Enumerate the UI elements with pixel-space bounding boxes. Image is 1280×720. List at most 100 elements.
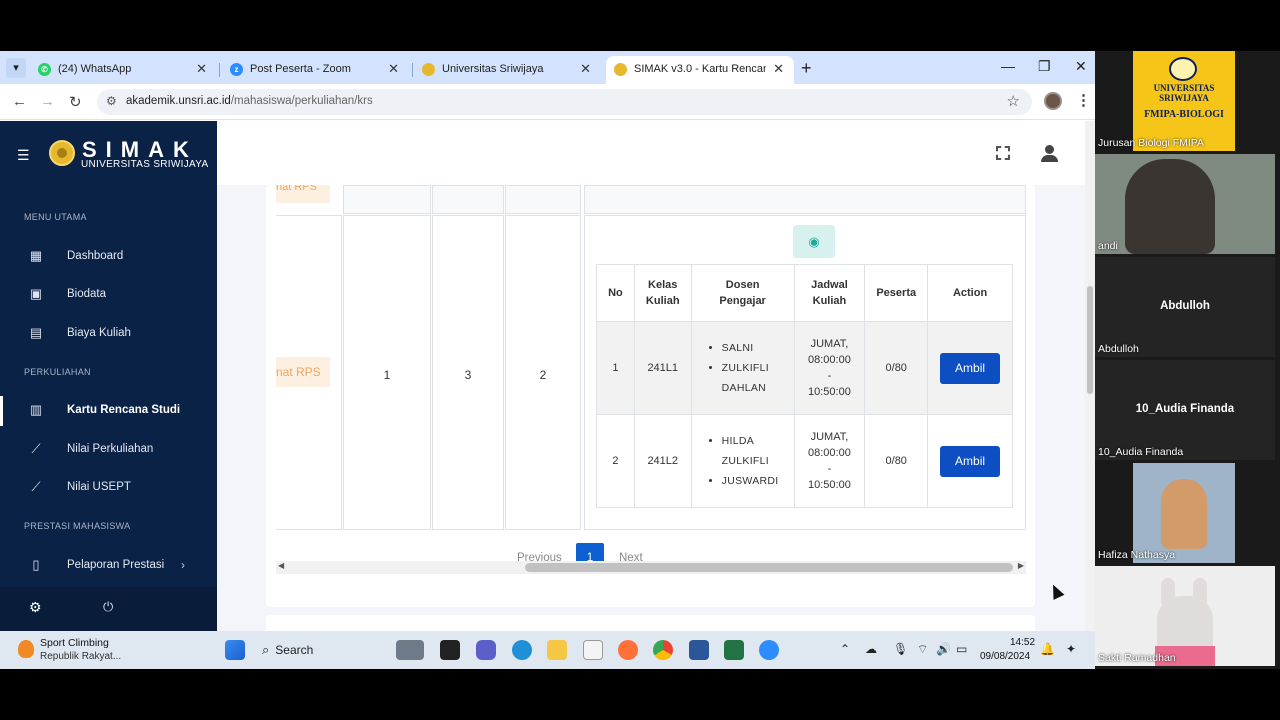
weather-title[interactable]: Sport Climbing: [40, 637, 109, 649]
chevron-up-icon[interactable]: ⌃: [840, 642, 850, 656]
site-settings-icon[interactable]: ⚙: [106, 94, 117, 108]
wifi-icon[interactable]: ⌔: [917, 642, 928, 657]
sidebar-item-dashboard[interactable]: ▦ Dashboard: [0, 242, 217, 272]
firefox-icon[interactable]: [618, 640, 638, 660]
weather-icon[interactable]: [18, 640, 34, 658]
sidebar-item-nilai-usept[interactable]: ⟋ Nilai USEPT: [0, 473, 217, 503]
close-tab-icon[interactable]: ✕: [580, 61, 591, 77]
kelas-count-value: 2: [539, 368, 547, 382]
amazon-icon[interactable]: [583, 640, 603, 660]
teams-icon[interactable]: [476, 640, 496, 660]
participant-tile[interactable]: 10_Audia Finanda 10_Audia Finanda: [1095, 360, 1275, 460]
vertical-scrollbar[interactable]: [1085, 121, 1095, 631]
ambil-button[interactable]: Ambil: [940, 352, 1001, 384]
scroll-right-icon[interactable]: ▶: [1018, 561, 1024, 570]
tab-title: SIMAK v3.0 - Kartu Rencana Stu: [634, 63, 766, 75]
participant-tile[interactable]: andi: [1095, 154, 1275, 254]
back-icon[interactable]: ←: [12, 93, 27, 110]
restore-icon[interactable]: ❐: [1038, 58, 1051, 75]
table-cell: [584, 185, 1026, 214]
url-path: /mahasiswa/perkuliahan/krs: [230, 95, 373, 107]
file-explorer-icon[interactable]: [547, 640, 567, 660]
sidebar-item-label: Nilai Perkuliahan: [67, 443, 154, 455]
sidebar-item-nilai-perkuliahan[interactable]: ⟋ Nilai Perkuliahan: [0, 435, 217, 465]
zoom-app-icon[interactable]: [759, 640, 779, 660]
lihat-rps-button-partial[interactable]: nat RPS: [276, 185, 330, 203]
power-icon[interactable]: ⏻: [103, 599, 113, 615]
forward-icon[interactable]: →: [40, 93, 55, 110]
microphone-icon[interactable]: 🎙: [893, 642, 908, 656]
fullscreen-icon[interactable]: [996, 146, 1010, 160]
participant-tile[interactable]: Hafiza Nathasya: [1095, 463, 1275, 563]
scroll-left-icon[interactable]: ◀: [278, 561, 284, 570]
chevron-right-icon: ›: [181, 558, 185, 572]
section-label-perkuliahan: PERKULIAHAN: [24, 367, 91, 377]
reload-icon[interactable]: ↻: [69, 93, 82, 111]
id-card-icon: ▣: [29, 286, 43, 301]
tab-whatsapp[interactable]: ✆ (24) WhatsApp ✕: [30, 56, 217, 84]
close-tab-icon[interactable]: ✕: [388, 61, 399, 77]
terminal-icon[interactable]: [440, 640, 460, 660]
chrome-icon[interactable]: [653, 640, 673, 660]
sidebar-item-label: Pelaporan Prestasi: [67, 559, 165, 571]
sidebar-item-krs[interactable]: ▥ Kartu Rencana Studi: [0, 396, 217, 426]
volume-icon[interactable]: 🔊: [936, 642, 951, 656]
user-icon-head: [1045, 145, 1054, 154]
search-label: Search: [275, 643, 314, 657]
horizontal-scrollbar[interactable]: ◀ ▶: [276, 561, 1026, 574]
ambil-button[interactable]: Ambil: [940, 445, 1001, 477]
copilot-icon[interactable]: ✦: [1066, 642, 1076, 656]
clock-time[interactable]: 14:52: [1010, 637, 1035, 648]
bookmark-star-icon[interactable]: ☆: [1007, 92, 1020, 110]
close-tab-icon[interactable]: ✕: [773, 61, 784, 77]
sidebar-item-pelaporan-prestasi[interactable]: ▯ Pelaporan Prestasi ›: [0, 551, 217, 581]
tab-universitas-sriwijaya[interactable]: Universitas Sriwijaya ✕: [414, 56, 601, 84]
new-tab-icon[interactable]: +: [801, 58, 812, 79]
weather-subtitle[interactable]: Republik Rakyat...: [40, 651, 121, 662]
header-action: Action: [927, 264, 1013, 322]
row-jadwal: JUMAT, 08:00:00 - 10:50:00: [793, 414, 866, 508]
cloud-icon[interactable]: ☁: [865, 642, 877, 656]
lihat-rps-button[interactable]: nat RPS: [276, 357, 330, 387]
jadwal-start: 08:00:00: [808, 447, 851, 459]
class-options-table: No Kelas Kuliah Dosen Pengajar Jadwal Ku…: [596, 264, 1013, 508]
participant-tile[interactable]: UNIVERSITAS SRIWIJAYA FMIPA-BIOLOGI Juru…: [1095, 51, 1275, 151]
menu-kebab-icon[interactable]: ⋮: [1076, 91, 1091, 109]
participant-tile[interactable]: Sakti Ramadhan: [1095, 566, 1275, 666]
gear-icon[interactable]: ⚙: [29, 599, 42, 616]
jadwal-start: 08:00:00: [808, 354, 851, 366]
participant-tile[interactable]: Abdulloh Abdulloh: [1095, 257, 1275, 357]
jadwal-dash: -: [827, 463, 832, 475]
tab-zoom[interactable]: z Post Peserta - Zoom ✕: [222, 56, 409, 84]
battery-icon[interactable]: ▭: [956, 642, 967, 656]
taskbar-search[interactable]: ⌕ Search: [262, 642, 313, 658]
sidebar-item-label: Biodata: [67, 288, 107, 300]
dosen-item: JUSWARDI: [722, 471, 794, 491]
tab-simak[interactable]: SIMAK v3.0 - Kartu Rencana Stu ✕: [606, 56, 794, 84]
excel-icon[interactable]: [724, 640, 744, 660]
minimize-icon[interactable]: —: [1001, 58, 1015, 74]
scrollbar-thumb[interactable]: [1087, 286, 1093, 394]
row-dosen: SALNI ZULKIFLI DAHLAN: [690, 321, 795, 415]
scrollbar-thumb[interactable]: [525, 563, 1013, 572]
widgets-icon[interactable]: [396, 640, 424, 660]
hamburger-icon[interactable]: ☰: [17, 147, 30, 164]
url-text: akademik.unsri.ac.id/mahasiswa/perkuliah…: [126, 95, 373, 107]
eye-icon[interactable]: ◉: [793, 225, 835, 258]
edge-icon[interactable]: [512, 640, 532, 660]
profile-avatar[interactable]: [1044, 92, 1062, 110]
participant-name: andi: [1098, 240, 1118, 252]
clock-date[interactable]: 09/08/2024: [980, 651, 1030, 662]
url-host: akademik.unsri.ac.id: [126, 95, 231, 107]
notification-bell-icon[interactable]: 🔔: [1040, 642, 1055, 656]
address-bar[interactable]: ⚙ akademik.unsri.ac.id/mahasiswa/perkuli…: [97, 89, 1032, 115]
sidebar-item-biaya-kuliah[interactable]: ▤ Biaya Kuliah: [0, 319, 217, 349]
sidebar-item-biodata[interactable]: ▣ Biodata: [0, 280, 217, 310]
close-window-icon[interactable]: ✕: [1075, 58, 1087, 75]
word-icon[interactable]: [689, 640, 709, 660]
close-tab-icon[interactable]: ✕: [196, 61, 207, 77]
tab-search-dropdown-icon[interactable]: ▾: [6, 58, 26, 78]
dosen-item: SALNI: [722, 338, 794, 358]
windows-start-icon[interactable]: [225, 640, 245, 660]
table-cell: [343, 185, 431, 214]
